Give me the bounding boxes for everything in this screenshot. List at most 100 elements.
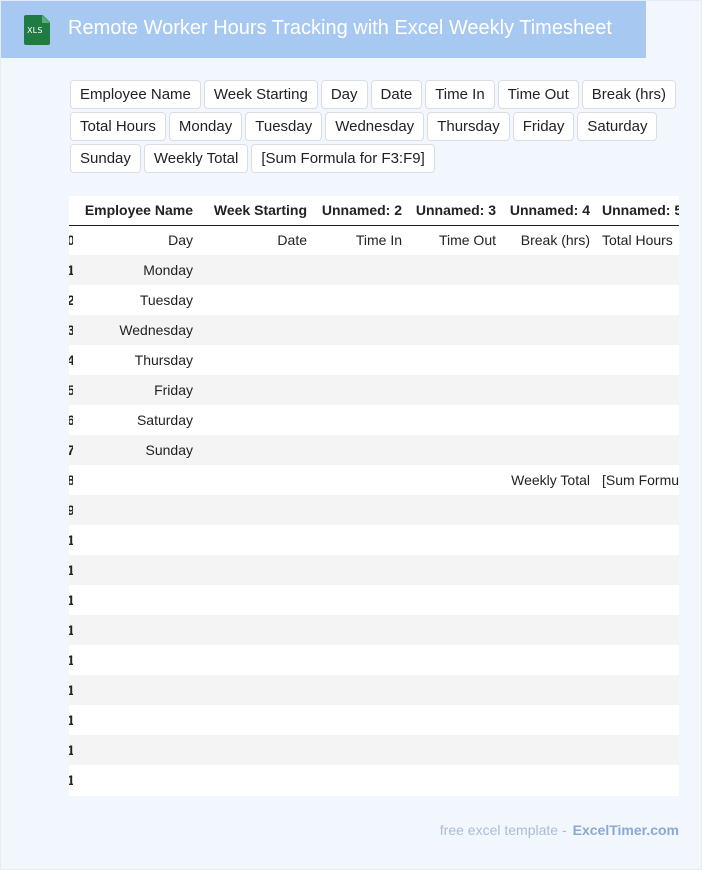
table-cell[interactable] xyxy=(199,525,313,555)
table-cell[interactable]: Break (hrs) xyxy=(502,225,596,255)
table-cell[interactable] xyxy=(408,435,502,465)
column-chip[interactable]: Thursday xyxy=(427,112,510,141)
table-cell[interactable] xyxy=(408,495,502,525)
table-cell[interactable] xyxy=(73,555,199,585)
table-cell[interactable] xyxy=(596,615,679,645)
table-cell[interactable] xyxy=(73,765,199,795)
table-cell[interactable] xyxy=(408,645,502,675)
table-cell[interactable] xyxy=(408,555,502,585)
table-cell[interactable] xyxy=(502,555,596,585)
table-cell[interactable] xyxy=(313,705,408,735)
table-cell[interactable]: Wednesday xyxy=(73,315,199,345)
column-chip[interactable]: Total Hours xyxy=(70,112,166,141)
table-cell[interactable] xyxy=(313,375,408,405)
table-cell[interactable] xyxy=(73,495,199,525)
table-cell[interactable] xyxy=(199,555,313,585)
table-cell[interactable] xyxy=(596,555,679,585)
table-cell[interactable] xyxy=(313,615,408,645)
table-cell[interactable] xyxy=(408,765,502,795)
table-cell[interactable] xyxy=(199,615,313,645)
table-cell[interactable] xyxy=(408,375,502,405)
table-cell[interactable] xyxy=(596,255,679,285)
table-cell[interactable] xyxy=(313,345,408,375)
column-chip[interactable]: Day xyxy=(320,80,368,109)
table-cell[interactable] xyxy=(313,555,408,585)
table-cell[interactable] xyxy=(73,615,199,645)
table-cell[interactable] xyxy=(313,465,408,495)
table-cell[interactable] xyxy=(502,705,596,735)
table-cell[interactable] xyxy=(313,285,408,315)
table-cell[interactable] xyxy=(408,675,502,705)
table-cell[interactable] xyxy=(502,345,596,375)
table-cell[interactable] xyxy=(502,255,596,285)
column-chip[interactable]: [Sum Formula for F3:F9] xyxy=(251,144,435,173)
table-cell[interactable] xyxy=(199,465,313,495)
table-cell[interactable]: Friday xyxy=(73,375,199,405)
table-cell[interactable]: Time Out xyxy=(408,225,502,255)
spreadsheet-preview[interactable]: Employee Name Week Starting Unnamed: 2 Unna… xyxy=(69,196,679,796)
footer-brand-link[interactable]: ExcelTimer.com xyxy=(573,822,679,838)
table-cell[interactable] xyxy=(73,735,199,765)
table-cell[interactable]: Thursday xyxy=(73,345,199,375)
column-chip[interactable]: Weekly Total xyxy=(143,144,249,173)
table-cell[interactable] xyxy=(596,765,679,795)
table-cell[interactable] xyxy=(502,315,596,345)
table-cell[interactable] xyxy=(596,285,679,315)
table-cell[interactable] xyxy=(408,285,502,315)
table-cell[interactable]: Sunday xyxy=(73,435,199,465)
table-cell[interactable] xyxy=(408,405,502,435)
table-cell[interactable] xyxy=(73,645,199,675)
table-cell[interactable] xyxy=(408,615,502,645)
table-cell[interactable] xyxy=(502,285,596,315)
table-cell[interactable]: Total Hours xyxy=(596,225,679,255)
column-chip[interactable]: Tuesday xyxy=(245,112,323,141)
column-chip[interactable]: Monday xyxy=(168,112,243,141)
table-cell[interactable]: Weekly Total xyxy=(502,465,596,495)
table-cell[interactable] xyxy=(408,705,502,735)
table-cell[interactable] xyxy=(408,345,502,375)
table-cell[interactable] xyxy=(502,675,596,705)
table-cell[interactable] xyxy=(596,735,679,765)
column-chip[interactable]: Week Starting xyxy=(203,80,318,109)
table-cell[interactable] xyxy=(313,435,408,465)
table-cell[interactable] xyxy=(199,765,313,795)
table-cell[interactable] xyxy=(313,495,408,525)
table-cell[interactable] xyxy=(313,735,408,765)
column-chip[interactable]: Time Out xyxy=(497,80,579,109)
table-cell[interactable] xyxy=(199,705,313,735)
table-cell[interactable] xyxy=(199,405,313,435)
table-cell[interactable] xyxy=(313,525,408,555)
table-cell[interactable]: Tuesday xyxy=(73,285,199,315)
table-cell[interactable] xyxy=(408,255,502,285)
table-cell[interactable] xyxy=(502,615,596,645)
table-cell[interactable] xyxy=(408,465,502,495)
table-cell[interactable] xyxy=(199,675,313,705)
table-cell[interactable] xyxy=(313,255,408,285)
table-cell[interactable]: Day xyxy=(73,225,199,255)
table-cell[interactable] xyxy=(596,345,679,375)
table-cell[interactable] xyxy=(596,405,679,435)
table-cell[interactable] xyxy=(199,495,313,525)
table-cell[interactable] xyxy=(502,405,596,435)
table-cell[interactable] xyxy=(313,645,408,675)
table-cell[interactable] xyxy=(596,705,679,735)
table-cell[interactable] xyxy=(199,375,313,405)
table-cell[interactable] xyxy=(502,735,596,765)
table-cell[interactable]: Time In xyxy=(313,225,408,255)
table-cell[interactable] xyxy=(408,735,502,765)
column-chip[interactable]: Wednesday xyxy=(325,112,425,141)
table-cell[interactable] xyxy=(502,585,596,615)
table-cell[interactable] xyxy=(199,735,313,765)
table-cell[interactable] xyxy=(502,645,596,675)
table-cell[interactable]: Saturday xyxy=(73,405,199,435)
table-cell[interactable] xyxy=(73,465,199,495)
table-cell[interactable] xyxy=(502,435,596,465)
table-cell[interactable] xyxy=(313,585,408,615)
table-cell[interactable] xyxy=(73,525,199,555)
table-cell[interactable] xyxy=(313,675,408,705)
table-cell[interactable] xyxy=(199,585,313,615)
column-chip[interactable]: Employee Name xyxy=(70,80,201,109)
table-cell[interactable]: Date xyxy=(199,225,313,255)
table-cell[interactable] xyxy=(73,705,199,735)
table-cell[interactable] xyxy=(73,675,199,705)
